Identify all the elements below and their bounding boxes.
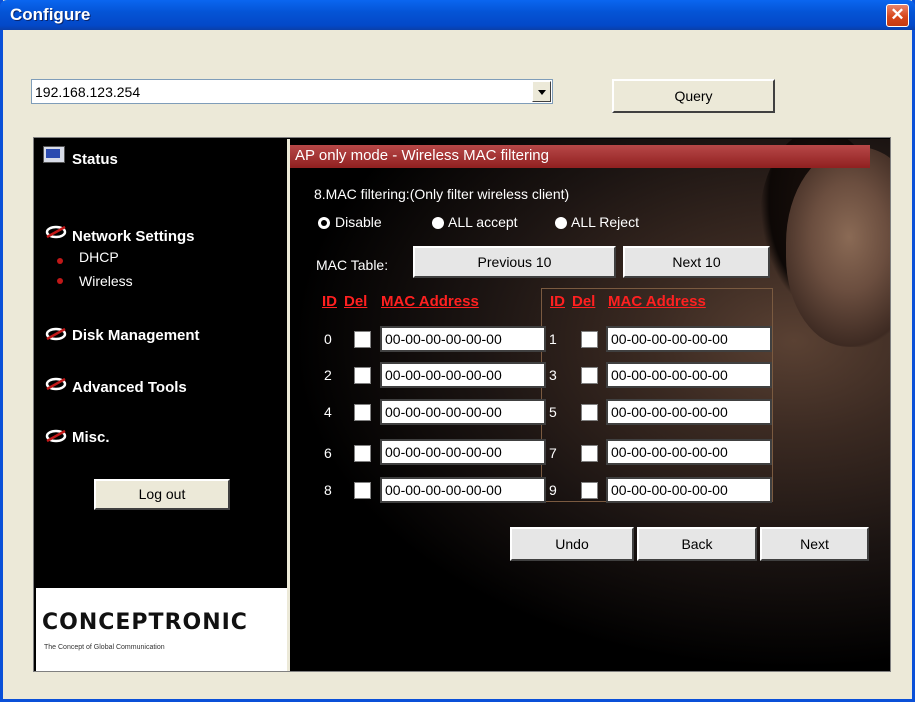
delete-checkbox[interactable] (354, 445, 371, 462)
address-value: 192.168.123.254 (35, 84, 141, 100)
mac-field[interactable]: 00-00-00-00-00-00 (380, 399, 546, 425)
sidebar-item-network-settings[interactable]: Network Settings (72, 228, 195, 245)
radio-disable-label: Disable (335, 214, 382, 230)
mac-field[interactable]: 00-00-00-00-00-00 (380, 477, 546, 503)
mac-field[interactable]: 00-00-00-00-00-00 (606, 399, 772, 425)
row-id: 1 (549, 331, 557, 347)
previous-10-button[interactable]: Previous 10 (413, 246, 616, 278)
mac-field[interactable]: 00-00-00-00-00-00 (380, 439, 546, 465)
sidebar-item-advanced-tools[interactable]: Advanced Tools (72, 379, 187, 396)
mac-field[interactable]: 00-00-00-00-00-00 (606, 477, 772, 503)
sidebar-item-wireless[interactable]: Wireless (79, 273, 133, 289)
mode-title: AP only mode - Wireless MAC filtering (295, 147, 549, 164)
row-id: 3 (549, 367, 557, 383)
address-select[interactable]: 192.168.123.254 (31, 79, 553, 104)
radio-all-reject-label: ALL Reject (571, 214, 639, 230)
delete-checkbox[interactable] (581, 482, 598, 499)
logout-button[interactable]: Log out (94, 479, 230, 510)
row-id: 2 (324, 367, 332, 383)
mac-field[interactable]: 00-00-00-00-00-00 (606, 439, 772, 465)
brand-logo: CONCEPTRONIC The Concept of Global Commu… (36, 588, 287, 671)
logo-name: CONCEPTRONIC (42, 610, 248, 635)
sidebar-item-dhcp[interactable]: DHCP (79, 249, 119, 265)
header-id: ID (550, 293, 565, 310)
header-id: ID (322, 293, 337, 310)
header-del: Del (572, 293, 596, 310)
swirl-icon (45, 225, 67, 239)
header-del: Del (344, 293, 368, 310)
mac-field[interactable]: 00-00-00-00-00-00 (380, 326, 546, 352)
title-bar: Configure ✕ (0, 0, 915, 30)
close-button[interactable]: ✕ (886, 4, 909, 27)
header-mac: MAC Address (608, 293, 706, 310)
swirl-icon (45, 377, 67, 391)
sidebar-item-disk-management[interactable]: Disk Management (72, 327, 200, 344)
logo-tagline: The Concept of Global Communication (44, 644, 165, 651)
radio-all-reject[interactable] (555, 217, 567, 229)
mac-field[interactable]: 00-00-00-00-00-00 (606, 362, 772, 388)
bullet-icon (57, 278, 63, 284)
swirl-icon (45, 429, 67, 443)
swirl-icon (45, 327, 67, 341)
radio-all-accept-label: ALL accept (448, 214, 518, 230)
next-button[interactable]: Next (760, 527, 869, 561)
mac-table-label: MAC Table: (316, 257, 389, 273)
bullet-icon (57, 258, 63, 264)
mac-field[interactable]: 00-00-00-00-00-00 (380, 362, 546, 388)
monitor-icon (43, 146, 65, 163)
mode-title-bar: AP only mode - Wireless MAC filtering (290, 145, 870, 168)
mac-field[interactable]: 00-00-00-00-00-00 (606, 326, 772, 352)
delete-checkbox[interactable] (581, 331, 598, 348)
delete-checkbox[interactable] (354, 482, 371, 499)
next-10-button[interactable]: Next 10 (623, 246, 770, 278)
row-id: 0 (324, 331, 332, 347)
chevron-down-icon[interactable] (532, 81, 551, 102)
delete-checkbox[interactable] (581, 445, 598, 462)
row-id: 4 (324, 404, 332, 420)
row-id: 8 (324, 482, 332, 498)
row-id: 5 (549, 404, 557, 420)
query-button[interactable]: Query (612, 79, 775, 113)
delete-checkbox[interactable] (581, 404, 598, 421)
sidebar-item-status[interactable]: Status (72, 151, 118, 168)
right-table-border (541, 288, 773, 502)
row-id: 7 (549, 445, 557, 461)
back-button[interactable]: Back (637, 527, 757, 561)
undo-button[interactable]: Undo (510, 527, 634, 561)
delete-checkbox[interactable] (354, 331, 371, 348)
delete-checkbox[interactable] (354, 404, 371, 421)
radio-disable[interactable] (318, 217, 330, 229)
row-id: 6 (324, 445, 332, 461)
delete-checkbox[interactable] (354, 367, 371, 384)
sidebar-item-misc[interactable]: Misc. (72, 429, 110, 446)
header-mac: MAC Address (381, 293, 479, 310)
window-title: Configure (10, 5, 91, 24)
section-label: 8.MAC filtering:(Only filter wireless cl… (314, 186, 570, 202)
row-id: 9 (549, 482, 557, 498)
radio-all-accept[interactable] (432, 217, 444, 229)
delete-checkbox[interactable] (581, 367, 598, 384)
close-icon: ✕ (890, 5, 905, 24)
